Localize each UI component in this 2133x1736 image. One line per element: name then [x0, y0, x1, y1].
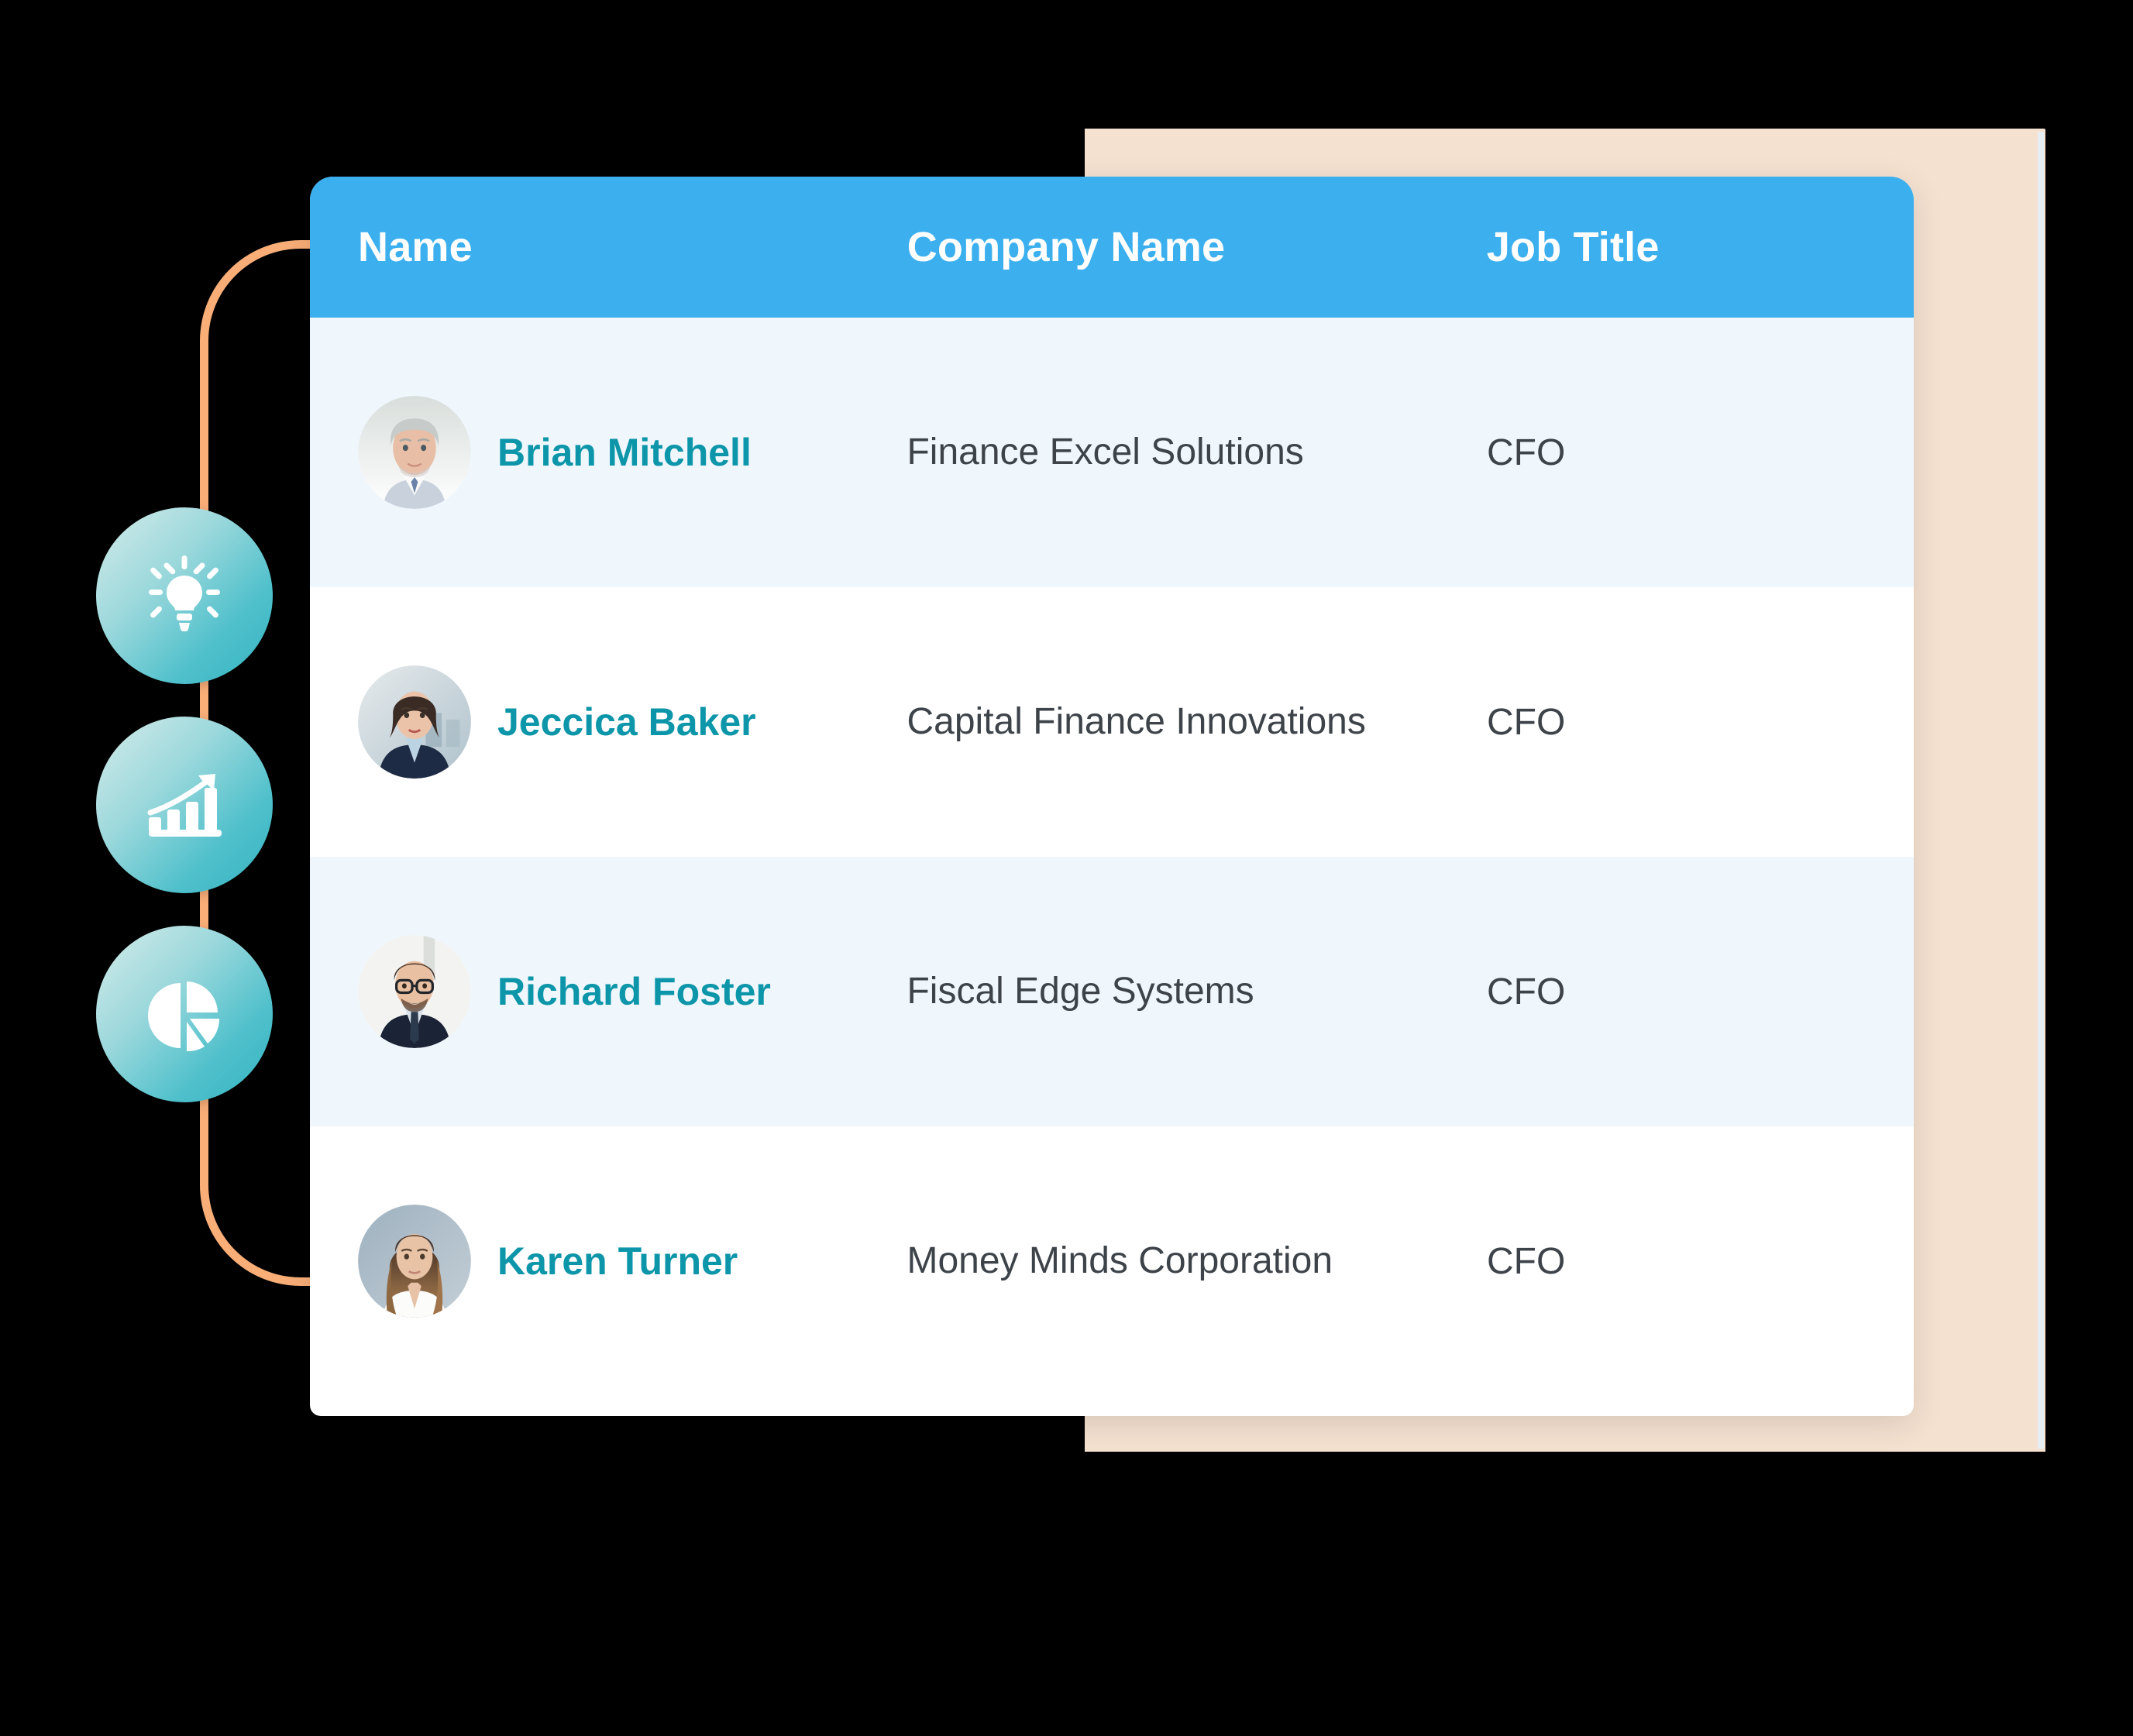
table-header-row: Name Company Name Job Title [310, 177, 1914, 318]
person-name[interactable]: Karen Turner [497, 1239, 738, 1283]
icon-stack [96, 507, 274, 1102]
cell-job-title: CFO [1486, 971, 1566, 1012]
cell-job-title: CFO [1486, 1240, 1566, 1282]
table-row[interactable]: Jeccica Baker Capital Finance Innovation… [310, 587, 1914, 857]
cell-company: Fiscal Edge Systems [907, 971, 1254, 1012]
cell-company: Money Minds Corporation [907, 1240, 1333, 1282]
cell-name: Richard Foster [358, 935, 907, 1048]
lightbulb-icon[interactable] [96, 507, 273, 684]
column-header-company[interactable]: Company Name [907, 223, 1487, 271]
table-row[interactable]: Brian Mitchell Finance Excel Solutions C… [310, 318, 1914, 587]
table-row[interactable]: Karen Turner Money Minds Corporation CFO [310, 1126, 1914, 1396]
bar-chart-growth-icon[interactable] [96, 717, 273, 893]
column-header-job[interactable]: Job Title [1487, 223, 1914, 271]
cell-name: Karen Turner [358, 1205, 907, 1318]
person-name[interactable]: Brian Mitchell [497, 431, 752, 474]
peach-panel-edge [2038, 132, 2044, 1449]
cell-name: Brian Mitchell [358, 396, 907, 509]
pie-chart-icon[interactable] [96, 926, 273, 1102]
person-name[interactable]: Richard Foster [497, 970, 771, 1013]
avatar [358, 665, 471, 779]
cell-company: Finance Excel Solutions [907, 431, 1304, 473]
cell-job-title: CFO [1486, 701, 1566, 743]
avatar [358, 1205, 471, 1318]
screenshot-stage: Name Company Name Job Title Brian Mitche… [0, 0, 2133, 1736]
cell-name: Jeccica Baker [358, 665, 907, 779]
table-body: Brian Mitchell Finance Excel Solutions C… [310, 318, 1914, 1396]
column-header-name[interactable]: Name [358, 223, 907, 271]
contacts-table-card: Name Company Name Job Title Brian Mitche… [310, 177, 1914, 1416]
avatar [358, 396, 471, 509]
person-name[interactable]: Jeccica Baker [497, 700, 756, 744]
cell-company: Capital Finance Innovations [907, 701, 1366, 743]
table-row[interactable]: Richard Foster Fiscal Edge Systems CFO [310, 857, 1914, 1126]
cell-job-title: CFO [1486, 431, 1566, 473]
avatar [358, 935, 471, 1048]
